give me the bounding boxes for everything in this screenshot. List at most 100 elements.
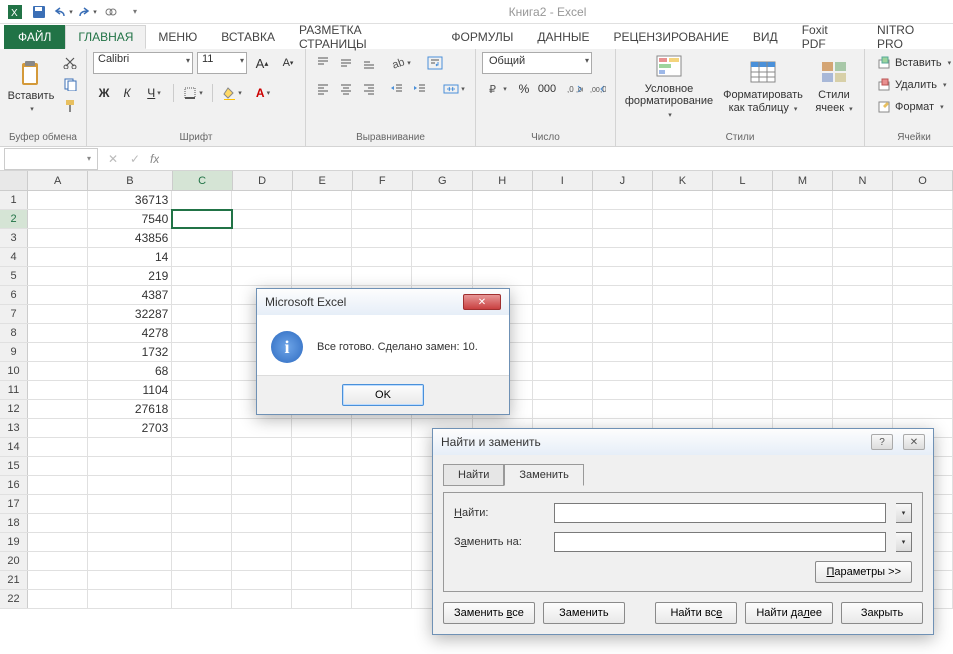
cell[interactable] [412, 210, 472, 228]
cell[interactable]: 1732 [88, 343, 172, 361]
cell[interactable] [713, 362, 773, 380]
cell[interactable] [172, 457, 232, 475]
cell[interactable] [292, 248, 352, 266]
cell[interactable] [893, 210, 953, 228]
cell[interactable] [893, 248, 953, 266]
cell[interactable] [292, 419, 352, 437]
cell[interactable] [232, 457, 292, 475]
cell[interactable] [473, 191, 533, 209]
conditional-formatting-button[interactable]: Условное форматирование ▾ [622, 52, 716, 120]
cell[interactable] [713, 286, 773, 304]
cell[interactable] [713, 343, 773, 361]
cell[interactable] [533, 267, 593, 285]
cell[interactable]: 43856 [88, 229, 172, 247]
row-header[interactable]: 17 [0, 495, 28, 513]
row-header[interactable]: 11 [0, 381, 28, 399]
column-header[interactable]: H [473, 171, 533, 190]
cell[interactable] [473, 248, 533, 266]
cell[interactable] [893, 381, 953, 399]
cell[interactable] [833, 248, 893, 266]
cell[interactable] [292, 552, 352, 570]
cell[interactable] [893, 229, 953, 247]
cut-icon[interactable] [60, 52, 80, 72]
cell[interactable] [773, 400, 833, 418]
cell[interactable] [28, 590, 88, 608]
align-left-icon[interactable] [312, 78, 334, 100]
cell[interactable] [232, 514, 292, 532]
cell[interactable] [28, 438, 88, 456]
cell[interactable] [473, 229, 533, 247]
cell[interactable] [292, 210, 352, 228]
cell[interactable] [232, 191, 292, 209]
parameters-button[interactable]: Параметры >> [815, 561, 912, 583]
column-header[interactable]: B [88, 171, 172, 190]
cell[interactable] [28, 381, 88, 399]
cell[interactable] [352, 438, 412, 456]
align-right-icon[interactable] [358, 78, 380, 100]
cell[interactable] [893, 286, 953, 304]
cell[interactable] [172, 419, 232, 437]
cell[interactable] [833, 305, 893, 323]
cell[interactable] [653, 362, 713, 380]
cell[interactable] [533, 286, 593, 304]
cell[interactable] [713, 191, 773, 209]
cell[interactable] [653, 267, 713, 285]
cell[interactable] [593, 343, 653, 361]
increase-indent-icon[interactable] [409, 78, 431, 100]
row-header[interactable]: 3 [0, 229, 28, 247]
cell[interactable]: 2703 [88, 419, 172, 437]
cell[interactable] [352, 419, 412, 437]
cell[interactable] [28, 305, 88, 323]
decrease-decimal-icon[interactable]: ,00,0 [587, 78, 609, 100]
cell[interactable] [773, 343, 833, 361]
cell[interactable] [653, 324, 713, 342]
cell[interactable] [533, 343, 593, 361]
font-name-combo[interactable]: Calibri▾ [93, 52, 193, 74]
find-history-dropdown[interactable]: ▾ [896, 503, 912, 523]
cell[interactable] [352, 229, 412, 247]
copy-icon[interactable] [60, 74, 80, 94]
tab-menu[interactable]: Меню [146, 26, 209, 48]
cell[interactable] [593, 191, 653, 209]
cell[interactable] [352, 248, 412, 266]
cell[interactable] [833, 324, 893, 342]
cell[interactable] [232, 210, 292, 228]
wrap-text-icon[interactable] [424, 52, 446, 74]
row-header[interactable]: 21 [0, 571, 28, 589]
tab-review[interactable]: РЕЦЕНЗИРОВАНИЕ [602, 26, 741, 48]
cell[interactable] [172, 495, 232, 513]
row-header[interactable]: 2 [0, 210, 28, 228]
column-header[interactable]: C [173, 171, 233, 190]
cell[interactable] [232, 495, 292, 513]
column-header[interactable]: G [413, 171, 473, 190]
align-middle-icon[interactable] [335, 52, 357, 74]
column-header[interactable]: I [533, 171, 593, 190]
cell[interactable] [292, 495, 352, 513]
cell[interactable] [653, 343, 713, 361]
cell[interactable] [352, 533, 412, 551]
cell[interactable] [593, 400, 653, 418]
cell[interactable]: 32287 [88, 305, 172, 323]
cell[interactable] [773, 248, 833, 266]
cell[interactable] [473, 267, 533, 285]
cell[interactable] [533, 305, 593, 323]
cell[interactable] [593, 381, 653, 399]
cell[interactable] [773, 229, 833, 247]
cell[interactable] [893, 324, 953, 342]
cell[interactable] [412, 267, 472, 285]
cell[interactable] [773, 324, 833, 342]
cell[interactable] [773, 305, 833, 323]
cell[interactable] [833, 191, 893, 209]
row-header[interactable]: 22 [0, 590, 28, 608]
cell[interactable] [593, 362, 653, 380]
cell[interactable] [833, 210, 893, 228]
tab-home[interactable]: ГЛАВНАЯ [65, 25, 146, 49]
cell[interactable] [593, 324, 653, 342]
cell[interactable] [88, 476, 172, 494]
name-box[interactable]: ▾ [4, 148, 98, 170]
cell[interactable] [593, 267, 653, 285]
cell[interactable]: 14 [88, 248, 172, 266]
font-color-button[interactable]: A▾ [248, 82, 278, 104]
cell[interactable]: 4387 [88, 286, 172, 304]
cell[interactable] [713, 381, 773, 399]
